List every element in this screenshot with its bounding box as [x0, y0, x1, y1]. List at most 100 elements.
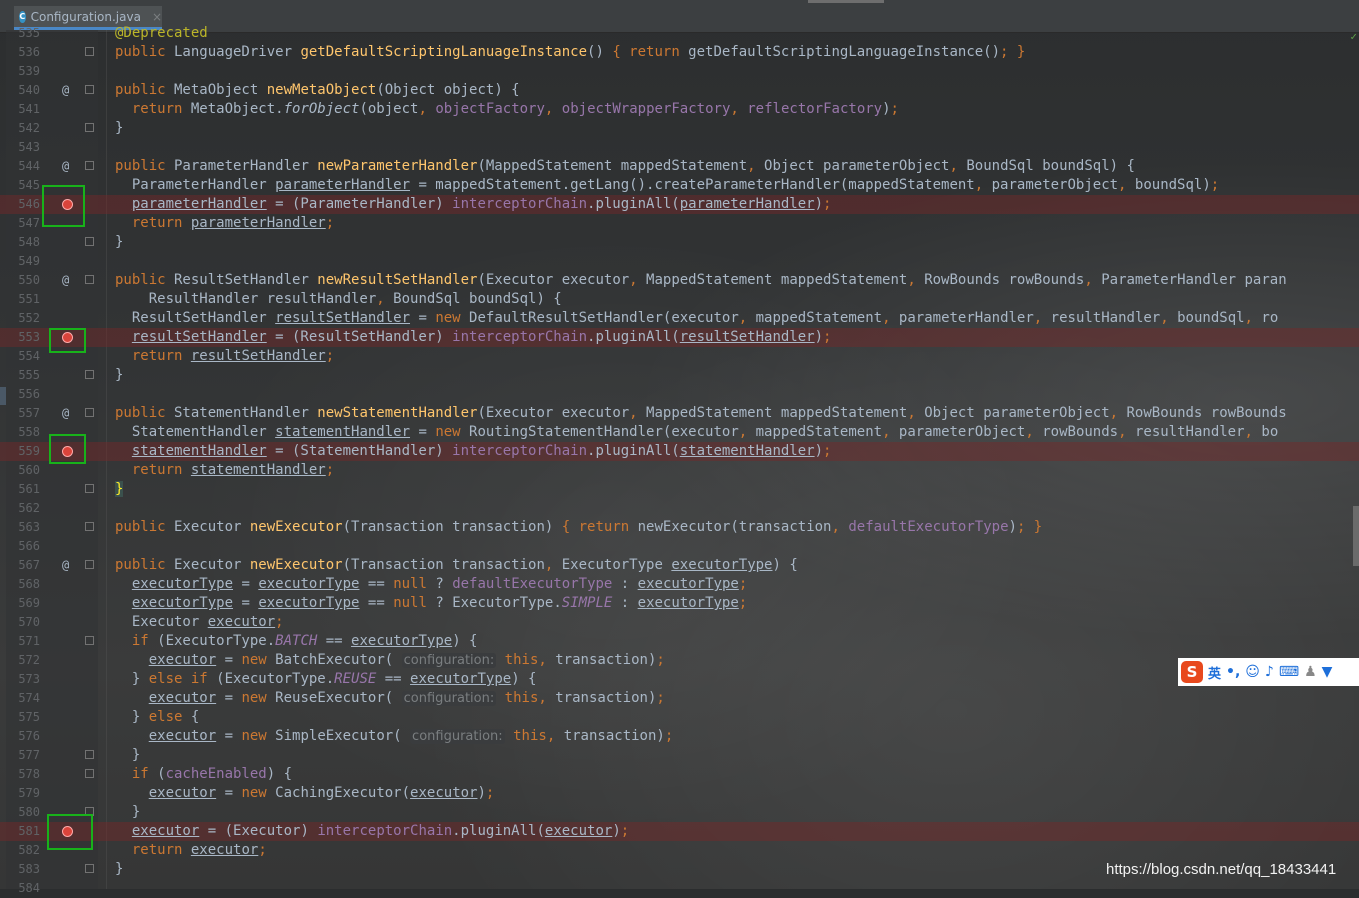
line-number[interactable]: 557: [6, 404, 40, 423]
code-text[interactable]: }: [115, 480, 124, 499]
line-number[interactable]: 550: [6, 271, 40, 290]
code-text[interactable]: }: [115, 366, 123, 385]
line-number[interactable]: 567: [6, 556, 40, 575]
fold-toggle-icon[interactable]: [85, 123, 94, 132]
close-icon[interactable]: ×: [152, 10, 162, 24]
punctuation-toggle[interactable]: •,: [1226, 664, 1240, 680]
code-text[interactable]: if (ExecutorType.BATCH == executorType) …: [115, 632, 478, 651]
line-number[interactable]: 570: [6, 613, 40, 632]
code-text[interactable]: public MetaObject newMetaObject(Object o…: [115, 81, 520, 100]
microphone-icon[interactable]: ♪: [1265, 664, 1274, 680]
emoji-icon[interactable]: ☺: [1245, 664, 1260, 680]
code-text[interactable]: }: [115, 119, 123, 138]
code-text[interactable]: return resultSetHandler;: [115, 347, 334, 366]
code-text[interactable]: public Executor newExecutor(Transaction …: [115, 518, 1042, 537]
code-text[interactable]: ParameterHandler parameterHandler = mapp…: [115, 176, 1219, 195]
override-marker-icon[interactable]: @: [62, 81, 69, 100]
code-line[interactable]: 573 } else if (ExecutorType.REUSE == exe…: [0, 670, 1359, 689]
code-text[interactable]: ResultHandler resultHandler, BoundSql bo…: [115, 290, 562, 309]
code-text[interactable]: executorType = executorType == null ? de…: [115, 575, 747, 594]
line-number[interactable]: 552: [6, 309, 40, 328]
line-number[interactable]: 583: [6, 860, 40, 879]
line-number[interactable]: 544: [6, 157, 40, 176]
code-text[interactable]: }: [115, 860, 123, 879]
code-line[interactable]: 556: [0, 385, 1359, 404]
code-text[interactable]: }: [115, 746, 140, 765]
line-number[interactable]: 551: [6, 290, 40, 309]
line-number[interactable]: 554: [6, 347, 40, 366]
ime-toolbar[interactable]: S 英 •, ☺ ♪ ⌨ ♟ ▼: [1178, 658, 1359, 686]
line-number[interactable]: 542: [6, 119, 40, 138]
code-line[interactable]: 552 ResultSetHandler resultSetHandler = …: [0, 309, 1359, 328]
code-line[interactable]: 547 return parameterHandler;: [0, 214, 1359, 233]
code-text[interactable]: executor = new CachingExecutor(executor)…: [115, 784, 495, 803]
line-number[interactable]: 561: [6, 480, 40, 499]
code-line[interactable]: 575 } else {: [0, 708, 1359, 727]
code-line[interactable]: 542}: [0, 119, 1359, 138]
fold-toggle-icon[interactable]: [85, 275, 94, 284]
code-text[interactable]: public Executor newExecutor(Transaction …: [115, 556, 798, 575]
code-text[interactable]: parameterHandler = (ParameterHandler) in…: [115, 195, 832, 214]
override-marker-icon[interactable]: @: [62, 157, 69, 176]
code-editor[interactable]: 535 @Deprecated 536 public LanguageDriver g…: [0, 24, 1359, 898]
code-text[interactable]: resultSetHandler = (ResultSetHandler) in…: [115, 328, 832, 347]
code-text[interactable]: }: [115, 233, 123, 252]
fold-toggle-icon[interactable]: [85, 484, 94, 493]
line-number[interactable]: 581: [6, 822, 40, 841]
fold-toggle-icon[interactable]: [85, 522, 94, 531]
line-number[interactable]: 539: [6, 62, 40, 81]
line-number[interactable]: 568: [6, 575, 40, 594]
code-line[interactable]: 581 executor = (Executor) interceptorCha…: [0, 822, 1359, 841]
code-text[interactable]: executor = new SimpleExecutor( configura…: [115, 727, 673, 746]
code-line[interactable]: 541 return MetaObject.forObject(object, …: [0, 100, 1359, 119]
line-number[interactable]: 553: [6, 328, 40, 347]
code-line[interactable]: 553 resultSetHandler = (ResultSetHandler…: [0, 328, 1359, 347]
code-text[interactable]: executor = new BatchExecutor( configurat…: [115, 651, 665, 670]
line-number[interactable]: 540: [6, 81, 40, 100]
code-line[interactable]: 543: [0, 138, 1359, 157]
code-line[interactable]: 561}: [0, 480, 1359, 499]
code-text[interactable]: public LanguageDriver getDefaultScriptin…: [115, 43, 1025, 62]
code-text[interactable]: return MetaObject.forObject(object, obje…: [115, 100, 899, 119]
code-line[interactable]: 570 Executor executor;: [0, 613, 1359, 632]
line-number[interactable]: 573: [6, 670, 40, 689]
code-text[interactable]: return statementHandler;: [115, 461, 334, 480]
skin-icon[interactable]: ▼: [1322, 664, 1333, 680]
sogou-logo-icon[interactable]: S: [1181, 661, 1203, 683]
line-number[interactable]: 558: [6, 423, 40, 442]
fold-toggle-icon[interactable]: [85, 237, 94, 246]
fold-toggle-icon[interactable]: [85, 161, 94, 170]
code-line[interactable]: 545 ParameterHandler parameterHandler = …: [0, 176, 1359, 195]
code-line[interactable]: 550 @ public ResultSetHandler newResultSet…: [0, 271, 1359, 290]
code-line[interactable]: 536 public LanguageDriver getDefaultScrip…: [0, 43, 1359, 62]
line-number[interactable]: 574: [6, 689, 40, 708]
code-line[interactable]: 574 executor = new ReuseExecutor( config…: [0, 689, 1359, 708]
code-line[interactable]: 568 executorType = executorType == null …: [0, 575, 1359, 594]
line-number[interactable]: 571: [6, 632, 40, 651]
fold-toggle-icon[interactable]: [85, 560, 94, 569]
scrollbar-marker[interactable]: [1353, 506, 1359, 566]
fold-toggle-icon[interactable]: [85, 408, 94, 417]
code-line[interactable]: 580 }: [0, 803, 1359, 822]
code-text[interactable]: if (cacheEnabled) {: [115, 765, 292, 784]
code-text[interactable]: public ParameterHandler newParameterHand…: [115, 157, 1135, 176]
user-icon[interactable]: ♟: [1304, 664, 1317, 680]
line-number[interactable]: 555: [6, 366, 40, 385]
code-text[interactable]: ResultSetHandler resultSetHandler = new …: [115, 309, 1278, 328]
code-line[interactable]: 566: [0, 537, 1359, 556]
line-number[interactable]: 543: [6, 138, 40, 157]
override-marker-icon[interactable]: @: [62, 404, 69, 423]
line-number[interactable]: 535: [6, 24, 40, 43]
code-line[interactable]: 582 return executor;: [0, 841, 1359, 860]
code-text[interactable]: executor = new ReuseExecutor( configurat…: [115, 689, 665, 708]
code-line[interactable]: 579 executor = new CachingExecutor(execu…: [0, 784, 1359, 803]
code-text[interactable]: }: [115, 803, 140, 822]
code-text[interactable]: statementHandler = (StatementHandler) in…: [115, 442, 832, 461]
code-line[interactable]: 535 @Deprecated: [0, 24, 1359, 43]
code-line[interactable]: 555}: [0, 366, 1359, 385]
code-line[interactable]: 569 executorType = executorType == null …: [0, 594, 1359, 613]
line-number[interactable]: 577: [6, 746, 40, 765]
fold-toggle-icon[interactable]: [85, 769, 94, 778]
line-number[interactable]: 566: [6, 537, 40, 556]
code-line[interactable]: 577 }: [0, 746, 1359, 765]
